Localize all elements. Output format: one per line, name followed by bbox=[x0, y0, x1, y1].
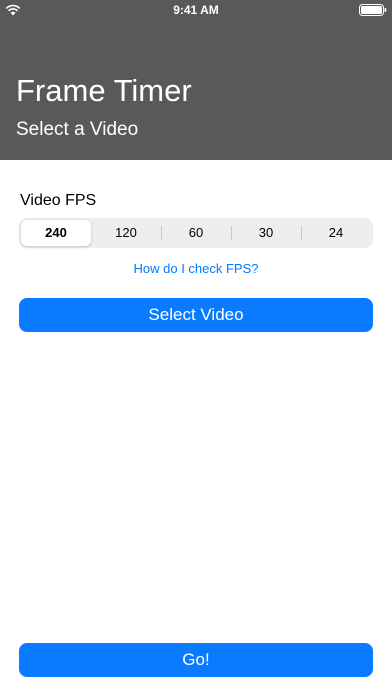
app-screen: 9:41 AM Frame Timer Select a Video Video… bbox=[0, 0, 392, 696]
fps-option-30[interactable]: 30 bbox=[231, 220, 301, 246]
fps-option-24[interactable]: 24 bbox=[301, 220, 371, 246]
page-title: Frame Timer bbox=[16, 73, 192, 108]
go-button[interactable]: Go! bbox=[19, 643, 373, 677]
page-subtitle: Select a Video bbox=[16, 119, 139, 140]
fps-option-60[interactable]: 60 bbox=[161, 220, 231, 246]
fps-option-120[interactable]: 120 bbox=[91, 220, 161, 246]
check-fps-link[interactable]: How do I check FPS? bbox=[0, 261, 392, 277]
battery-icon bbox=[359, 4, 387, 16]
fps-segmented-control: 240 120 60 30 24 bbox=[19, 218, 373, 248]
status-time: 9:41 AM bbox=[173, 3, 219, 17]
select-video-button[interactable]: Select Video bbox=[19, 298, 373, 332]
fps-option-240[interactable]: 240 bbox=[21, 220, 91, 246]
header: 9:41 AM Frame Timer Select a Video bbox=[0, 0, 392, 160]
fps-label: Video FPS bbox=[20, 192, 97, 209]
status-bar: 9:41 AM bbox=[0, 0, 392, 20]
